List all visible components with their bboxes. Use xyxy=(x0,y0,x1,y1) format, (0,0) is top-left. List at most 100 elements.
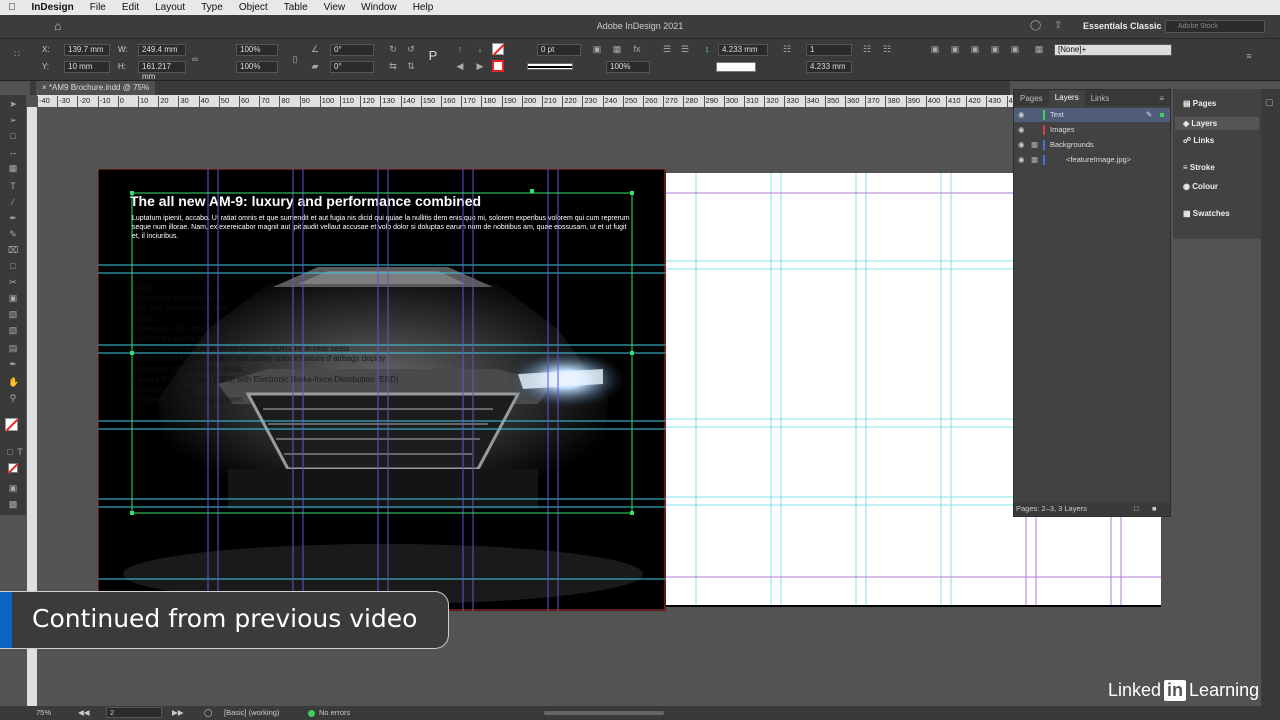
select-previous-icon[interactable]: ◀ xyxy=(455,61,465,71)
horizontal-ruler[interactable]: -40 -30 -20 -10 0 10 20 30 40 50 60 70 80 90 100 110 120… xyxy=(37,95,1013,107)
stroke-weight-field[interactable]: 0 pt xyxy=(537,44,581,56)
rectangle-frame-tool-icon[interactable]: ⌧ xyxy=(8,245,18,255)
dock-pages[interactable]: ▤ Pages xyxy=(1183,99,1216,108)
type-tool-icon[interactable]: T xyxy=(8,181,18,191)
line-tool-icon[interactable]: ⁄ xyxy=(8,197,18,207)
flip-horizontal-icon[interactable]: ⇆ xyxy=(388,61,398,71)
object-style-field[interactable]: [None]+ xyxy=(1054,44,1172,56)
apple-menu-icon[interactable]:  xyxy=(0,2,24,13)
eyedropper-tool-icon[interactable]: ✒ xyxy=(8,359,18,369)
columns-icon[interactable]: ☷ xyxy=(782,44,792,54)
zoom-level[interactable]: 75% xyxy=(36,706,51,720)
w-field[interactable]: 249.4 mm xyxy=(138,44,186,56)
visibility-eye-icon[interactable]: ◉ xyxy=(1018,108,1027,122)
menu-layout[interactable]: Layout xyxy=(147,2,193,13)
rotate-ccw-icon[interactable]: ↺ xyxy=(406,44,416,54)
text-wrap-preview[interactable] xyxy=(716,62,756,72)
selected-items-indicator[interactable] xyxy=(1160,113,1164,117)
shear-field[interactable]: 0° xyxy=(330,61,374,73)
left-page[interactable]: The all new AM-9: luxury and performance… xyxy=(98,169,666,611)
select-content-icon[interactable]: ↓ xyxy=(475,44,485,54)
pencil-tool-icon[interactable]: ✎ xyxy=(8,229,18,239)
dock-swatches[interactable]: ▦ Swatches xyxy=(1183,209,1230,218)
close-tab-icon[interactable]: × xyxy=(42,83,49,92)
menu-type[interactable]: Type xyxy=(193,2,231,13)
reference-point-icon[interactable]: ∷ xyxy=(12,49,22,59)
y-field[interactable]: 10 mm xyxy=(64,61,110,73)
formatting-container-icon[interactable]: □ xyxy=(5,447,15,457)
layer-images[interactable]: ◉ Images xyxy=(1014,123,1170,137)
direct-selection-tool-icon[interactable]: ➢ xyxy=(8,115,18,125)
fill-stroke-icon[interactable] xyxy=(5,418,18,432)
note-tool-icon[interactable]: ▤ xyxy=(8,343,18,353)
preflight-status[interactable]: No errors xyxy=(319,706,350,720)
vertical-justify-icon[interactable]: ☷ xyxy=(882,44,892,54)
tab-pages[interactable]: Pages xyxy=(1014,94,1049,103)
stroke-swatch[interactable] xyxy=(492,60,504,72)
stroke-type-field[interactable] xyxy=(527,63,573,70)
stock-search-input[interactable]: Adobe Stock xyxy=(1165,20,1265,33)
align-bottom-icon[interactable]: ▣ xyxy=(970,44,980,54)
pen-tool-icon[interactable]: ✒ xyxy=(8,213,18,223)
lock-icon[interactable]: ▩ xyxy=(1031,153,1038,167)
lock-icon[interactable]: ▩ xyxy=(1031,138,1038,152)
screen-mode-icon[interactable]: ▣ xyxy=(8,483,18,493)
layer-text[interactable]: ◉ Text ✎ xyxy=(1014,108,1170,122)
panel-menu-icon[interactable]: ≡ xyxy=(1153,94,1170,103)
effects-icon[interactable]: fx xyxy=(632,44,642,54)
menu-table[interactable]: Table xyxy=(276,2,316,13)
gradient-feather-tool-icon[interactable]: ▧ xyxy=(8,325,18,335)
scale-y-field[interactable]: 100% xyxy=(236,61,278,73)
align-center-icon[interactable]: ☰ xyxy=(680,44,690,54)
share-icon[interactable]: ⇧ xyxy=(1054,20,1062,31)
preflight-profile[interactable]: [Basic] (working) xyxy=(224,706,279,720)
column-width-field[interactable]: 4.233 mm xyxy=(718,44,768,56)
align-middle-icon[interactable]: ▣ xyxy=(950,44,960,54)
text-frame-options-icon[interactable]: ↕ xyxy=(702,44,712,54)
dock-layers[interactable]: ◈ Layers xyxy=(1175,117,1259,130)
preflight-profile-icon[interactable]: ◯ xyxy=(204,706,212,720)
menu-edit[interactable]: Edit xyxy=(114,2,147,13)
dock-stroke[interactable]: ≡ Stroke xyxy=(1183,163,1215,172)
menu-window[interactable]: Window xyxy=(353,2,405,13)
h-field[interactable]: 161.217 mm xyxy=(138,61,186,81)
select-next-icon[interactable]: ▶ xyxy=(475,61,485,71)
tab-links[interactable]: Links xyxy=(1085,94,1116,103)
tab-layers[interactable]: Layers xyxy=(1048,90,1085,106)
align-top-icon[interactable]: ▣ xyxy=(930,44,940,54)
cc-libraries-icon[interactable]: ▢ xyxy=(1265,97,1274,108)
scale-link-icon[interactable]: ▯ xyxy=(290,54,300,64)
distribute-spacing-icon[interactable]: ▣ xyxy=(1010,44,1020,54)
hand-tool-icon[interactable]: ✋ xyxy=(8,377,19,387)
app-menu[interactable]: InDesign xyxy=(24,2,82,13)
apply-none-icon[interactable] xyxy=(7,463,18,474)
paragraph-icon[interactable]: P xyxy=(428,49,438,62)
formatting-text-icon[interactable]: T xyxy=(15,447,25,457)
visibility-eye-icon[interactable]: ◉ xyxy=(1018,153,1027,167)
zoom-tool-icon[interactable]: ⚲ xyxy=(8,393,18,403)
page-tool-icon[interactable]: □ xyxy=(8,131,18,141)
next-page-icon[interactable]: ▶▶ xyxy=(172,706,184,720)
distribute-icon[interactable]: ▣ xyxy=(990,44,1000,54)
menu-file[interactable]: File xyxy=(82,2,114,13)
dock-links[interactable]: ☍ Links xyxy=(1183,136,1214,145)
new-layer-icon[interactable]: □ xyxy=(1134,502,1139,516)
object-style-icon[interactable]: ▦ xyxy=(1034,44,1044,54)
scissors-tool-icon[interactable]: ✂ xyxy=(8,277,18,287)
free-transform-tool-icon[interactable]: ▣ xyxy=(8,293,18,303)
selection-tool-icon[interactable]: ➤ xyxy=(8,99,18,109)
baseline-grid-icon[interactable]: ☷ xyxy=(862,44,872,54)
menu-view[interactable]: View xyxy=(316,2,354,13)
delete-layer-icon[interactable]: ■ xyxy=(1152,502,1157,516)
gap-tool-icon[interactable]: ↔ xyxy=(8,147,18,157)
first-page-icon[interactable]: ◀◀ xyxy=(78,706,90,720)
view-mode-icon[interactable]: ▩ xyxy=(8,499,18,509)
document-tab[interactable]: × *AM9 Brochure.indd @ 75% xyxy=(36,81,156,95)
content-collector-icon[interactable]: ▦ xyxy=(8,163,18,173)
visibility-eye-icon[interactable]: ◉ xyxy=(1018,123,1027,137)
flip-vertical-icon[interactable]: ⇅ xyxy=(406,61,416,71)
workspace-switcher[interactable]: Essentials Classic xyxy=(1083,21,1162,31)
fit-content-icon[interactable]: ▦ xyxy=(612,44,622,54)
dock-colour[interactable]: ◉ Colour xyxy=(1183,182,1218,191)
layer-backgrounds[interactable]: ◉ ▩ Backgrounds xyxy=(1014,138,1170,152)
